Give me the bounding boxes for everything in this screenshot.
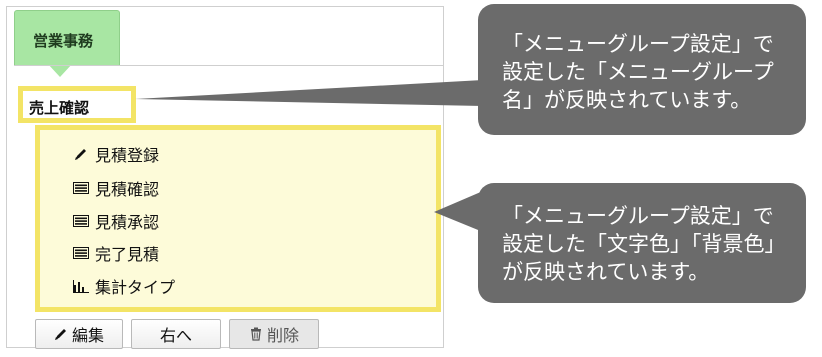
callout-colors: 「メニューグループ設定」で 設定した「文字色」「背景色」 が反映されています。: [478, 183, 806, 303]
delete-button[interactable]: 削除: [229, 319, 319, 349]
list-icon: [72, 180, 90, 196]
menu-item-aggregate-type[interactable]: 集計タイプ: [72, 274, 175, 298]
menu-item-quote-register[interactable]: 見積登録: [72, 142, 159, 166]
move-right-button-label: 右へ: [159, 326, 192, 345]
callout-line: が反映されています。: [502, 260, 710, 284]
edit-button[interactable]: 編集: [35, 319, 123, 349]
menu-item-quote-approve[interactable]: 見積承認: [72, 209, 159, 233]
menu-group-name-box: 売上確認: [18, 86, 136, 123]
tab-sales-office[interactable]: 営業事務: [14, 10, 120, 66]
menu-item-completed-quotes[interactable]: 完了見積: [72, 241, 159, 265]
edit-button-label: 編集: [71, 326, 104, 345]
callout-group-name: 「メニューグループ設定」で 設定した「メニューグループ 名」が反映されています。: [478, 4, 806, 135]
menu-item-label: 見積登録: [95, 146, 160, 165]
tab-divider: [14, 65, 443, 66]
menu-item-label: 見積承認: [95, 213, 160, 232]
trash-icon: [249, 327, 263, 341]
menu-item-quote-confirm[interactable]: 見積確認: [72, 176, 159, 200]
callout-line: 設定した「文字色」「背景色」: [502, 232, 786, 256]
list-icon: [72, 213, 90, 229]
menu-item-label: 見積確認: [95, 180, 160, 199]
menu-item-label: 完了見積: [95, 245, 160, 264]
callout-line: 設定した「メニューグループ: [502, 60, 774, 84]
callout-line: 「メニューグループ設定」で: [502, 32, 774, 56]
delete-button-label: 削除: [266, 326, 299, 345]
menu-items-box: 見積登録 見積確認 見積承認 完了見積 集計タイプ: [35, 125, 441, 312]
callout-line: 「メニューグループ設定」で: [502, 204, 774, 228]
pencil-icon: [54, 327, 68, 341]
callout-line: 名」が反映されています。: [502, 88, 752, 112]
move-right-button[interactable]: 右へ: [131, 319, 221, 349]
menu-item-label: 集計タイプ: [95, 278, 176, 297]
pencil-icon: [72, 146, 90, 162]
menu-group-name: 売上確認: [29, 99, 90, 117]
list-icon: [72, 245, 90, 261]
tab-label: 営業事務: [33, 32, 94, 50]
bar-chart-icon: [72, 278, 90, 294]
menu-group-panel: 営業事務 売上確認 見積登録 見積確認 見積承認 完了見積 集計タイプ 編集 右…: [6, 6, 444, 349]
